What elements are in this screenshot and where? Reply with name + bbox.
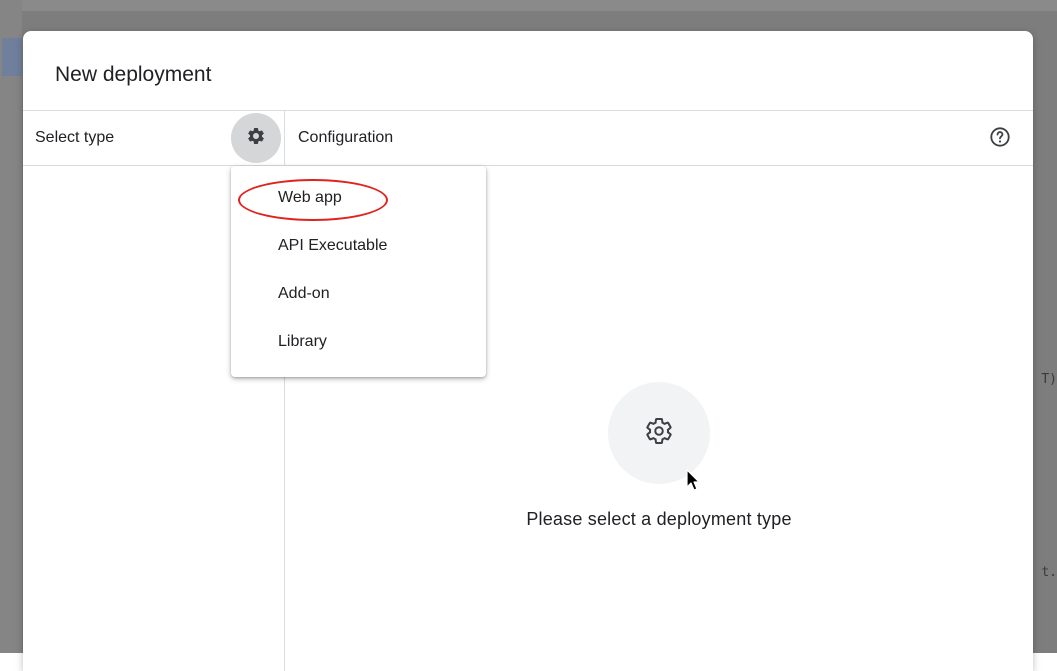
backdrop-sidebar-accent bbox=[2, 38, 22, 76]
menu-item-library[interactable]: Library bbox=[231, 319, 486, 365]
backdrop-code-fragment: t. bbox=[1041, 565, 1057, 580]
menu-item-add-on[interactable]: Add-on bbox=[231, 271, 486, 317]
empty-state-message: Please select a deployment type bbox=[526, 509, 792, 529]
header-divider bbox=[23, 165, 1033, 166]
backdrop-toolbar bbox=[0, 0, 1057, 11]
configuration-label: Configuration bbox=[298, 129, 394, 146]
select-type-gear-button[interactable] bbox=[231, 113, 281, 163]
deployment-type-menu: Web app API Executable Add-on Library bbox=[231, 166, 486, 377]
select-type-label: Select type bbox=[35, 129, 115, 146]
mouse-cursor-icon bbox=[686, 469, 702, 498]
help-circle-icon bbox=[989, 126, 1011, 153]
dialog-title: New deployment bbox=[55, 63, 212, 86]
help-button[interactable] bbox=[985, 124, 1015, 154]
backdrop-code-fragment: T) bbox=[1041, 372, 1057, 387]
title-divider bbox=[23, 110, 1033, 111]
gear-icon bbox=[644, 416, 674, 451]
new-deployment-dialog: New deployment Select type Configuration bbox=[23, 31, 1033, 671]
gear-icon bbox=[246, 126, 266, 151]
backdrop-sidebar bbox=[0, 0, 22, 653]
menu-item-api-executable[interactable]: API Executable bbox=[231, 223, 486, 269]
menu-item-web-app[interactable]: Web app bbox=[231, 175, 486, 221]
